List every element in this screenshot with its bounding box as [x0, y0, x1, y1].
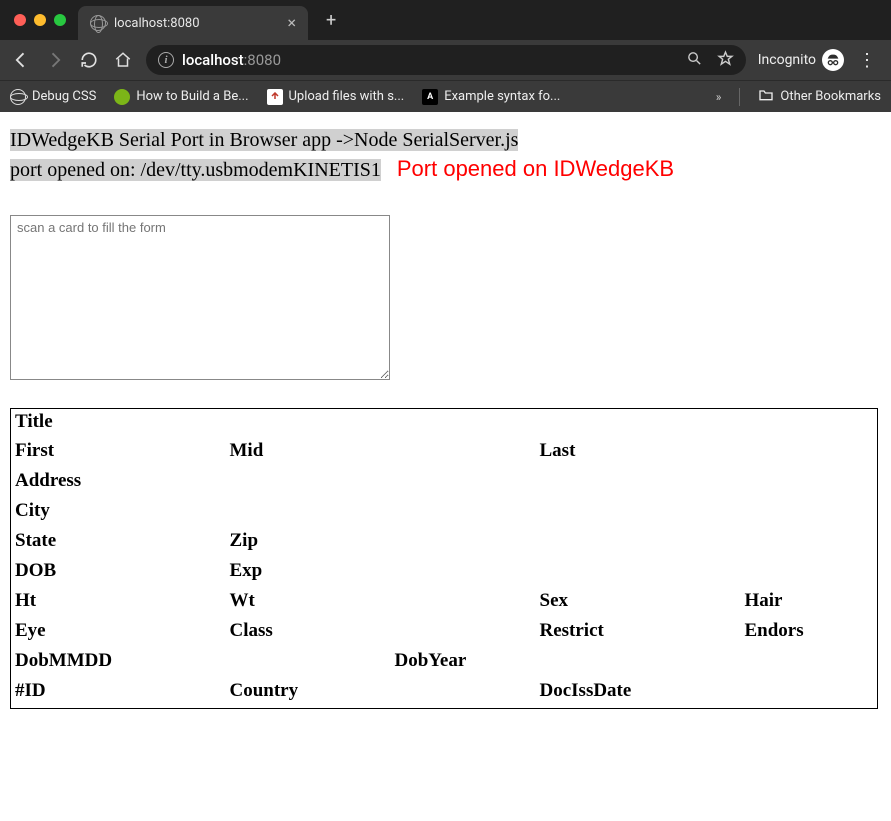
upload-icon — [267, 89, 283, 105]
bookmark-upload-files[interactable]: Upload files with s... — [267, 89, 405, 105]
scan-textarea[interactable] — [10, 215, 390, 380]
leaf-icon — [114, 89, 130, 105]
other-bookmarks-label: Other Bookmarks — [780, 89, 881, 104]
table-row: First Mid Last — [11, 438, 878, 468]
field-hair: Hair — [741, 588, 878, 618]
table-row: DobMMDD DobYear — [11, 648, 878, 678]
field-mid: Mid — [226, 438, 391, 468]
table-row: Title — [11, 408, 878, 438]
table-row: Eye Class Restrict Endors — [11, 618, 878, 648]
url-host: localhost — [182, 51, 244, 69]
globe-icon — [90, 15, 106, 31]
close-tab-button[interactable]: × — [287, 15, 296, 31]
bookmark-label: Debug CSS — [32, 89, 96, 104]
field-first: First — [11, 438, 226, 468]
bookmark-label: How to Build a Be... — [136, 89, 248, 104]
url-display: localhost:8080 — [182, 51, 281, 69]
bookmark-label: Example syntax fo... — [444, 89, 560, 104]
field-city: City — [11, 498, 878, 528]
field-exp: Exp — [226, 558, 878, 588]
table-row: DOB Exp — [11, 558, 878, 588]
zoom-icon[interactable] — [686, 50, 703, 71]
address-bar[interactable]: i localhost:8080 — [146, 45, 746, 75]
url-port: :8080 — [244, 51, 281, 69]
field-wt: Wt — [226, 588, 391, 618]
table-row: Address — [11, 468, 878, 498]
browser-tab[interactable]: localhost:8080 × — [78, 6, 308, 40]
field-dob: DOB — [11, 558, 226, 588]
table-row: Ht Wt Sex Hair — [11, 588, 878, 618]
home-button[interactable] — [112, 51, 134, 69]
maximize-window-button[interactable] — [54, 14, 66, 26]
toolbar: i localhost:8080 Incognito ⋮ — [0, 40, 891, 80]
bookmark-example-syntax[interactable]: A Example syntax fo... — [422, 89, 560, 105]
reload-button[interactable] — [78, 51, 100, 69]
minimize-window-button[interactable] — [34, 14, 46, 26]
field-address: Address — [11, 468, 878, 498]
incognito-label: Incognito — [758, 52, 816, 68]
field-ht: Ht — [11, 588, 226, 618]
field-docissdate: DocIssDate — [536, 678, 741, 708]
field-restrict: Restrict — [536, 618, 741, 648]
table-row: #ID Country DocIssDate — [11, 678, 878, 708]
field-eye: Eye — [11, 618, 226, 648]
globe-icon — [10, 89, 26, 105]
new-tab-button[interactable]: + — [318, 6, 344, 35]
table-row: City — [11, 498, 878, 528]
window-controls — [8, 14, 66, 26]
form-table: Title First Mid Last Address City State … — [10, 408, 878, 709]
field-id: #ID — [11, 678, 226, 708]
browser-chrome: localhost:8080 × + i localhost:8080 — [0, 0, 891, 112]
code-icon: A — [422, 89, 438, 105]
bookmark-label: Upload files with s... — [289, 89, 405, 104]
bookmark-star-icon[interactable] — [717, 50, 734, 71]
field-state: State — [11, 528, 226, 558]
divider — [739, 88, 740, 106]
field-class: Class — [226, 618, 391, 648]
tab-title: localhost:8080 — [114, 16, 279, 31]
browser-menu-button[interactable]: ⋮ — [854, 50, 881, 71]
field-endors: Endors — [741, 618, 878, 648]
field-last: Last — [536, 438, 741, 468]
header-line-2: port opened on: /dev/tty.usbmodemKINETIS… — [10, 159, 381, 181]
field-country: Country — [226, 678, 391, 708]
field-sex: Sex — [536, 588, 741, 618]
other-bookmarks-button[interactable]: Other Bookmarks — [758, 87, 881, 107]
field-dobyear: DobYear — [391, 648, 536, 678]
field-title: Title — [11, 408, 878, 438]
page-content: IDWedgeKB Serial Port in Browser app ->N… — [0, 112, 891, 723]
port-status-message: Port opened on IDWedgeKB — [397, 156, 674, 181]
bookmarks-overflow-button[interactable]: » — [716, 90, 722, 104]
field-dobmmdd: DobMMDD — [11, 648, 226, 678]
field-zip: Zip — [226, 528, 878, 558]
back-button[interactable] — [10, 50, 32, 70]
incognito-badge: Incognito — [758, 49, 844, 71]
titlebar: localhost:8080 × + — [0, 0, 891, 40]
bookmark-debug-css[interactable]: Debug CSS — [10, 89, 96, 105]
header-line-1: IDWedgeKB Serial Port in Browser app ->N… — [10, 129, 518, 151]
close-window-button[interactable] — [14, 14, 26, 26]
bookmark-how-to-build[interactable]: How to Build a Be... — [114, 89, 248, 105]
right-controls: Incognito ⋮ — [758, 49, 881, 71]
header-block: IDWedgeKB Serial Port in Browser app ->N… — [10, 126, 881, 185]
table-row: State Zip — [11, 528, 878, 558]
forward-button[interactable] — [44, 50, 66, 70]
bookmarks-bar: Debug CSS How to Build a Be... Upload fi… — [0, 80, 891, 112]
folder-icon — [758, 87, 774, 107]
incognito-icon — [822, 49, 844, 71]
site-info-icon[interactable]: i — [158, 52, 174, 68]
